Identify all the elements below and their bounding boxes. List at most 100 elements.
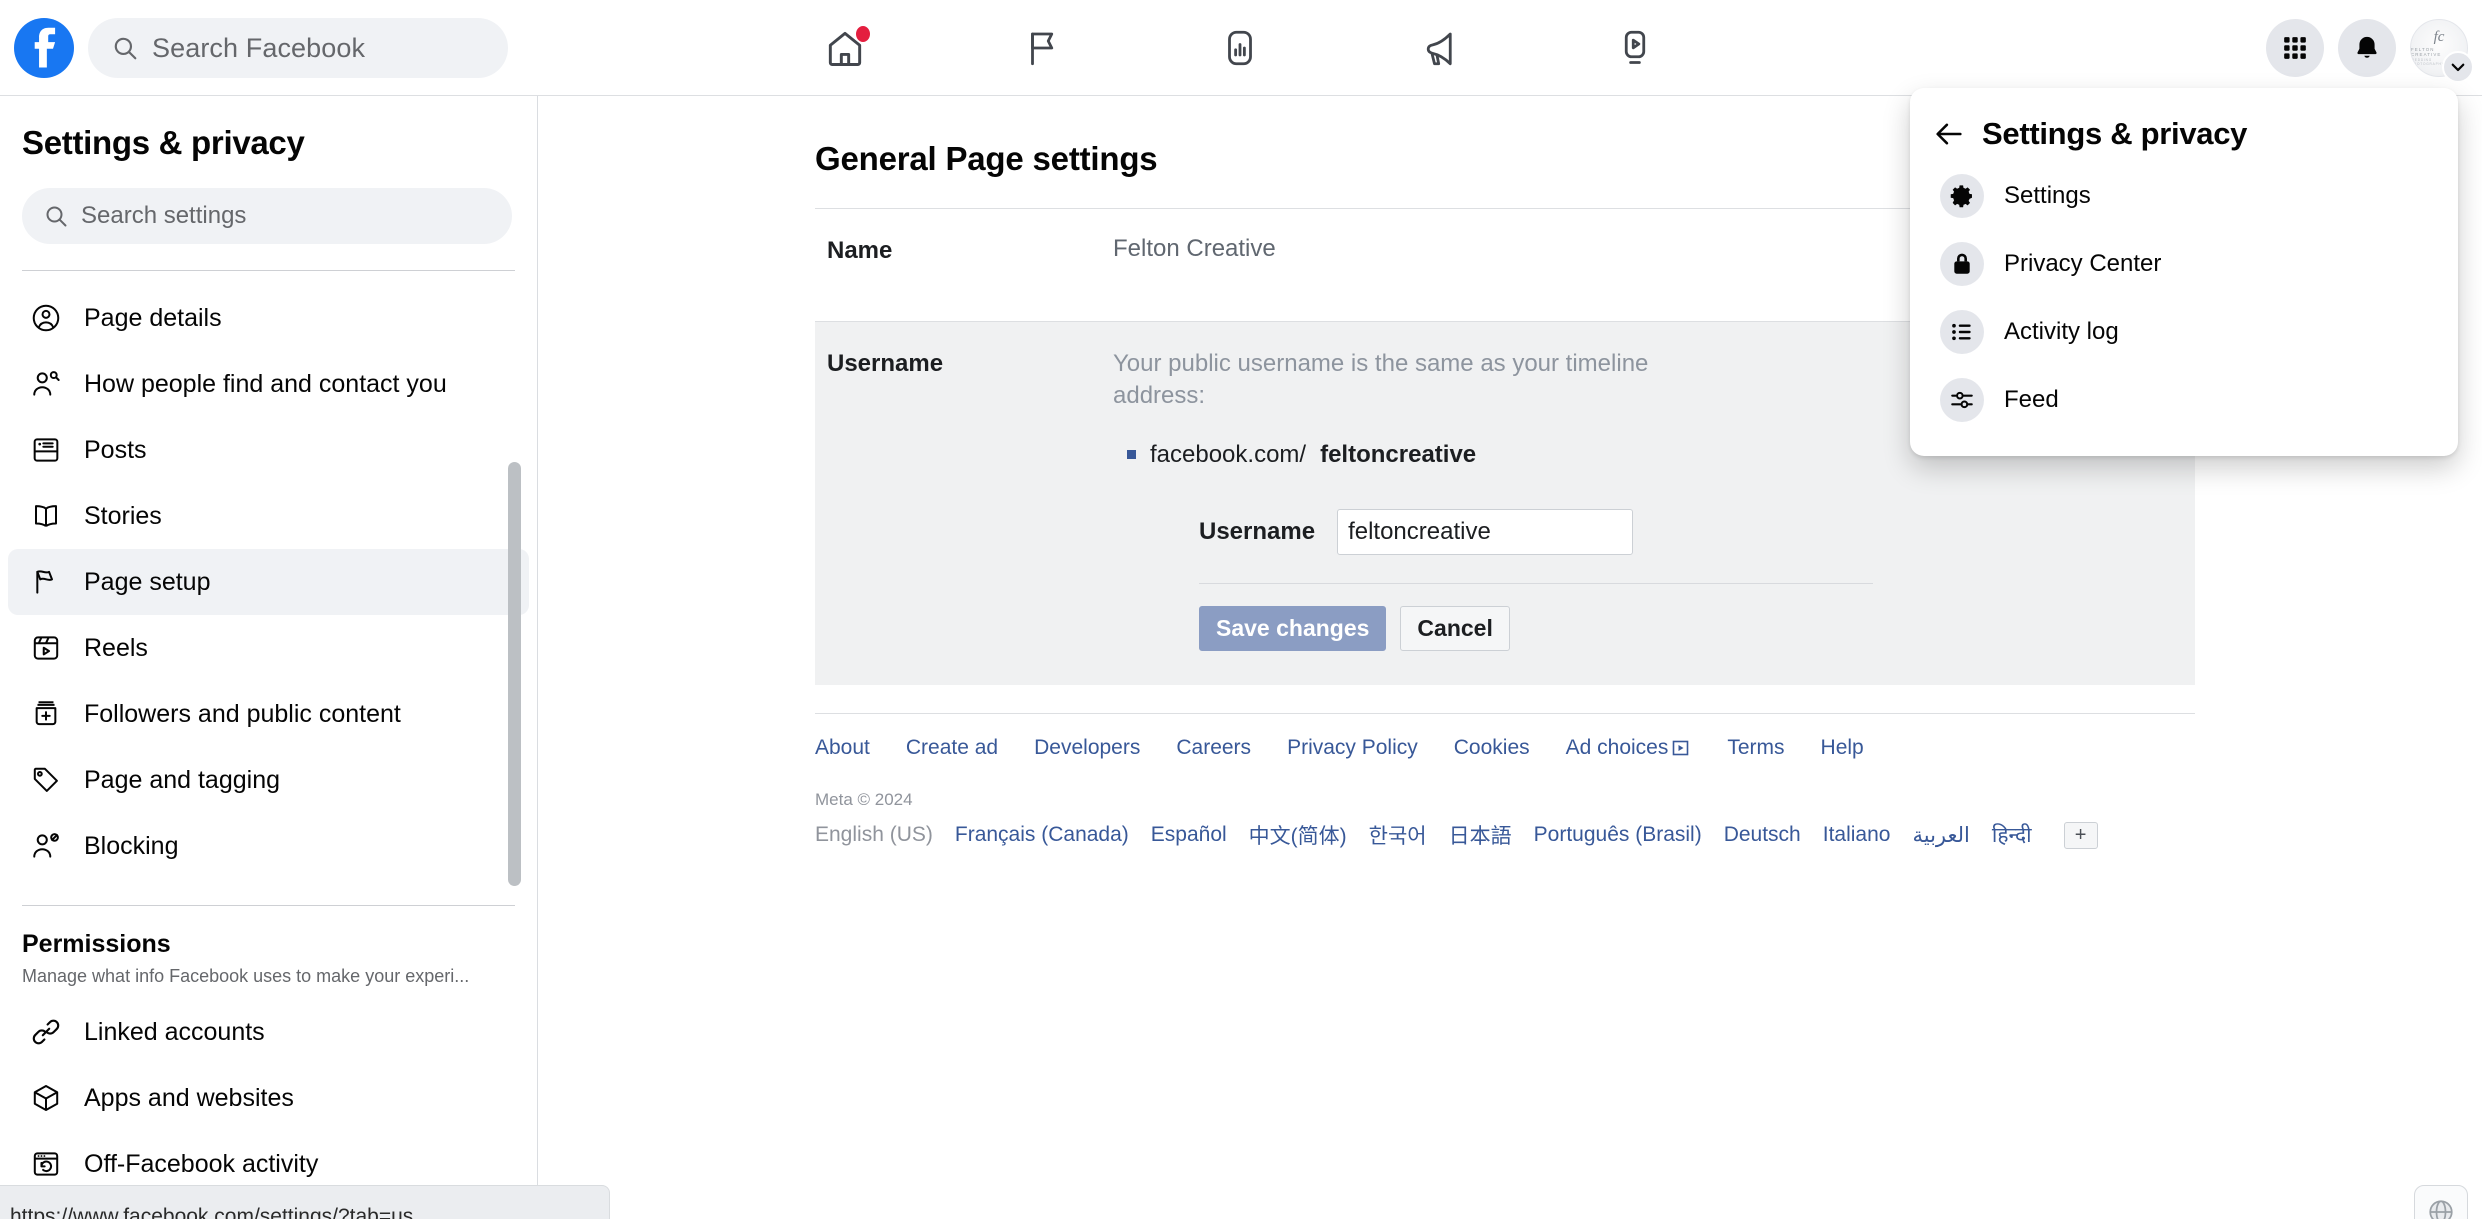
sliders-icon xyxy=(1940,378,1984,422)
dropdown-item-privacy-center[interactable]: Privacy Center xyxy=(1918,230,2450,298)
settings-search-placeholder: Search settings xyxy=(81,202,247,229)
sidebar-item-label: How people find and contact you xyxy=(84,369,447,398)
save-changes-button[interactable]: Save changes xyxy=(1199,605,1387,652)
account-avatar-button[interactable]: fc FELTON CREATIVE WEDDING PHOTOGRAPHY xyxy=(2410,19,2474,83)
username-field-label: Username xyxy=(1199,517,1316,545)
timeline-url-handle: feltoncreative xyxy=(1320,440,1477,468)
dropdown-item-feed[interactable]: Feed xyxy=(1918,366,2450,434)
sidebar-item-label: Off-Facebook activity xyxy=(84,1149,319,1178)
cube-icon xyxy=(30,1082,62,1114)
browser-history-icon xyxy=(30,1148,62,1180)
person-search-icon xyxy=(30,368,62,400)
language-option-ja[interactable]: 日本語 xyxy=(1449,820,1512,850)
sidebar-item-posts[interactable]: Posts xyxy=(8,417,529,483)
username-input[interactable] xyxy=(1337,508,1634,555)
grid-menu-icon xyxy=(2282,35,2308,61)
settings-search-input[interactable]: Search settings xyxy=(22,188,512,244)
form-separator xyxy=(1199,582,1873,584)
menu-grid-button[interactable] xyxy=(2266,19,2324,77)
sidebar-item-followers-and-public-content[interactable]: Followers and public content xyxy=(8,681,529,747)
globe-icon xyxy=(2426,1197,2456,1219)
sidebar-scrollbar-thumb[interactable] xyxy=(508,462,521,886)
footer-link-terms[interactable]: Terms xyxy=(1727,736,1784,760)
tag-icon xyxy=(30,764,62,796)
language-option-ar[interactable]: العربية xyxy=(1912,823,1969,848)
footer-link-about[interactable]: About xyxy=(815,736,870,760)
language-option-ko[interactable]: 한국어 xyxy=(1369,820,1427,850)
footer-link-privacy-policy[interactable]: Privacy Policy xyxy=(1287,736,1418,760)
more-languages-button[interactable]: + xyxy=(2063,821,2098,849)
footer-link-careers[interactable]: Careers xyxy=(1176,736,1251,760)
timeline-url-prefix: facebook.com/ xyxy=(1150,440,1307,468)
megaphone-icon xyxy=(1417,27,1459,69)
footer-links: About Create ad Developers Careers Priva… xyxy=(815,714,2195,760)
search-icon xyxy=(44,204,68,228)
cancel-button[interactable]: Cancel xyxy=(1400,605,1510,652)
bell-icon xyxy=(2353,34,2381,62)
sidebar-item-blocking[interactable]: Blocking xyxy=(8,813,529,879)
language-option-it[interactable]: Italiano xyxy=(1823,823,1891,847)
video-watch-icon xyxy=(1614,27,1656,69)
footer-link-create-ad[interactable]: Create ad xyxy=(906,736,998,760)
language-option-es[interactable]: Español xyxy=(1151,823,1227,847)
sidebar-item-reels[interactable]: Reels xyxy=(8,615,529,681)
notifications-button[interactable] xyxy=(2338,19,2396,77)
chevron-down-icon[interactable] xyxy=(2442,51,2474,83)
sidebar-section-subtext: Manage what info Facebook uses to make y… xyxy=(22,966,470,986)
username-form-buttons: Save changes Cancel xyxy=(1199,605,2183,652)
nav-tab-insights[interactable] xyxy=(1185,6,1295,90)
nav-tab-home[interactable] xyxy=(790,6,900,90)
gear-icon xyxy=(1940,174,1984,218)
dropdown-item-activity-log[interactable]: Activity log xyxy=(1918,298,2450,366)
status-bar-url: https://www.facebook.com/settings/?tab=u… xyxy=(10,1205,414,1219)
dropdown-item-settings[interactable]: Settings xyxy=(1918,162,2450,230)
footer-link-ad-choices[interactable]: Ad choices xyxy=(1566,736,1692,760)
insights-chart-icon xyxy=(1219,27,1261,69)
search-input[interactable]: Search Facebook xyxy=(88,18,508,78)
nav-tab-ads[interactable] xyxy=(1383,6,1493,90)
corner-widget-button[interactable] xyxy=(2414,1185,2468,1219)
settings-sidebar: Settings & privacy Search settings Page … xyxy=(0,96,538,1219)
top-navigation-bar: Search Facebook fc FELTON CREATIVE WEDDI… xyxy=(0,0,2482,96)
search-icon xyxy=(112,35,138,61)
arrow-left-icon[interactable] xyxy=(1932,117,1966,151)
nav-tab-video[interactable] xyxy=(1580,6,1690,90)
sidebar-section-permissions: Permissions Manage what info Facebook us… xyxy=(0,906,537,987)
topbar-right-group: fc FELTON CREATIVE WEDDING PHOTOGRAPHY xyxy=(2266,0,2474,96)
footer-link-cookies[interactable]: Cookies xyxy=(1454,736,1530,760)
sidebar-item-apps-and-websites[interactable]: Apps and websites xyxy=(8,1065,529,1131)
topbar-left-group: Search Facebook xyxy=(14,0,508,96)
flag-icon xyxy=(30,566,62,598)
sidebar-item-label: Posts xyxy=(84,435,147,464)
person-circle-icon xyxy=(30,302,62,334)
footer-link-developers[interactable]: Developers xyxy=(1034,736,1140,760)
language-selector: English (US) Français (Canada) Español 中… xyxy=(815,810,2195,850)
sidebar-item-label: Linked accounts xyxy=(84,1017,265,1046)
language-option-de[interactable]: Deutsch xyxy=(1724,823,1801,847)
sidebar-item-stories[interactable]: Stories xyxy=(8,483,529,549)
current-language: English (US) xyxy=(815,823,933,847)
dropdown-title: Settings & privacy xyxy=(1982,116,2248,151)
nav-tab-pages[interactable] xyxy=(988,6,1098,90)
language-option-pt-br[interactable]: Português (Brasil) xyxy=(1534,823,1702,847)
footer-link-help[interactable]: Help xyxy=(1821,736,1864,760)
followers-plus-icon xyxy=(30,698,62,730)
language-option-hi[interactable]: हिन्दी xyxy=(1992,821,2032,849)
facebook-logo-icon[interactable] xyxy=(14,18,74,78)
language-option-fr-ca[interactable]: Français (Canada) xyxy=(955,823,1129,847)
sidebar-item-label: Reels xyxy=(84,633,148,662)
ad-choices-label: Ad choices xyxy=(1565,736,1669,760)
row-label: Username xyxy=(827,350,944,377)
sidebar-item-linked-accounts[interactable]: Linked accounts xyxy=(8,999,529,1065)
sidebar-item-label: Page setup xyxy=(84,567,211,596)
language-option-zh-cn[interactable]: 中文(简体) xyxy=(1249,820,1347,850)
book-open-icon xyxy=(30,500,62,532)
sidebar-item-page-details[interactable]: Page details xyxy=(8,285,529,351)
avatar-initials: fc xyxy=(2433,29,2445,45)
page-footer: About Create ad Developers Careers Priva… xyxy=(815,713,2195,850)
sidebar-item-page-setup[interactable]: Page setup xyxy=(8,549,529,615)
sidebar-item-label: Blocking xyxy=(84,831,179,860)
sidebar-item-how-people-find-you[interactable]: How people find and contact you xyxy=(8,351,529,417)
bullet-icon xyxy=(1127,450,1136,460)
sidebar-item-page-and-tagging[interactable]: Page and tagging xyxy=(8,747,529,813)
